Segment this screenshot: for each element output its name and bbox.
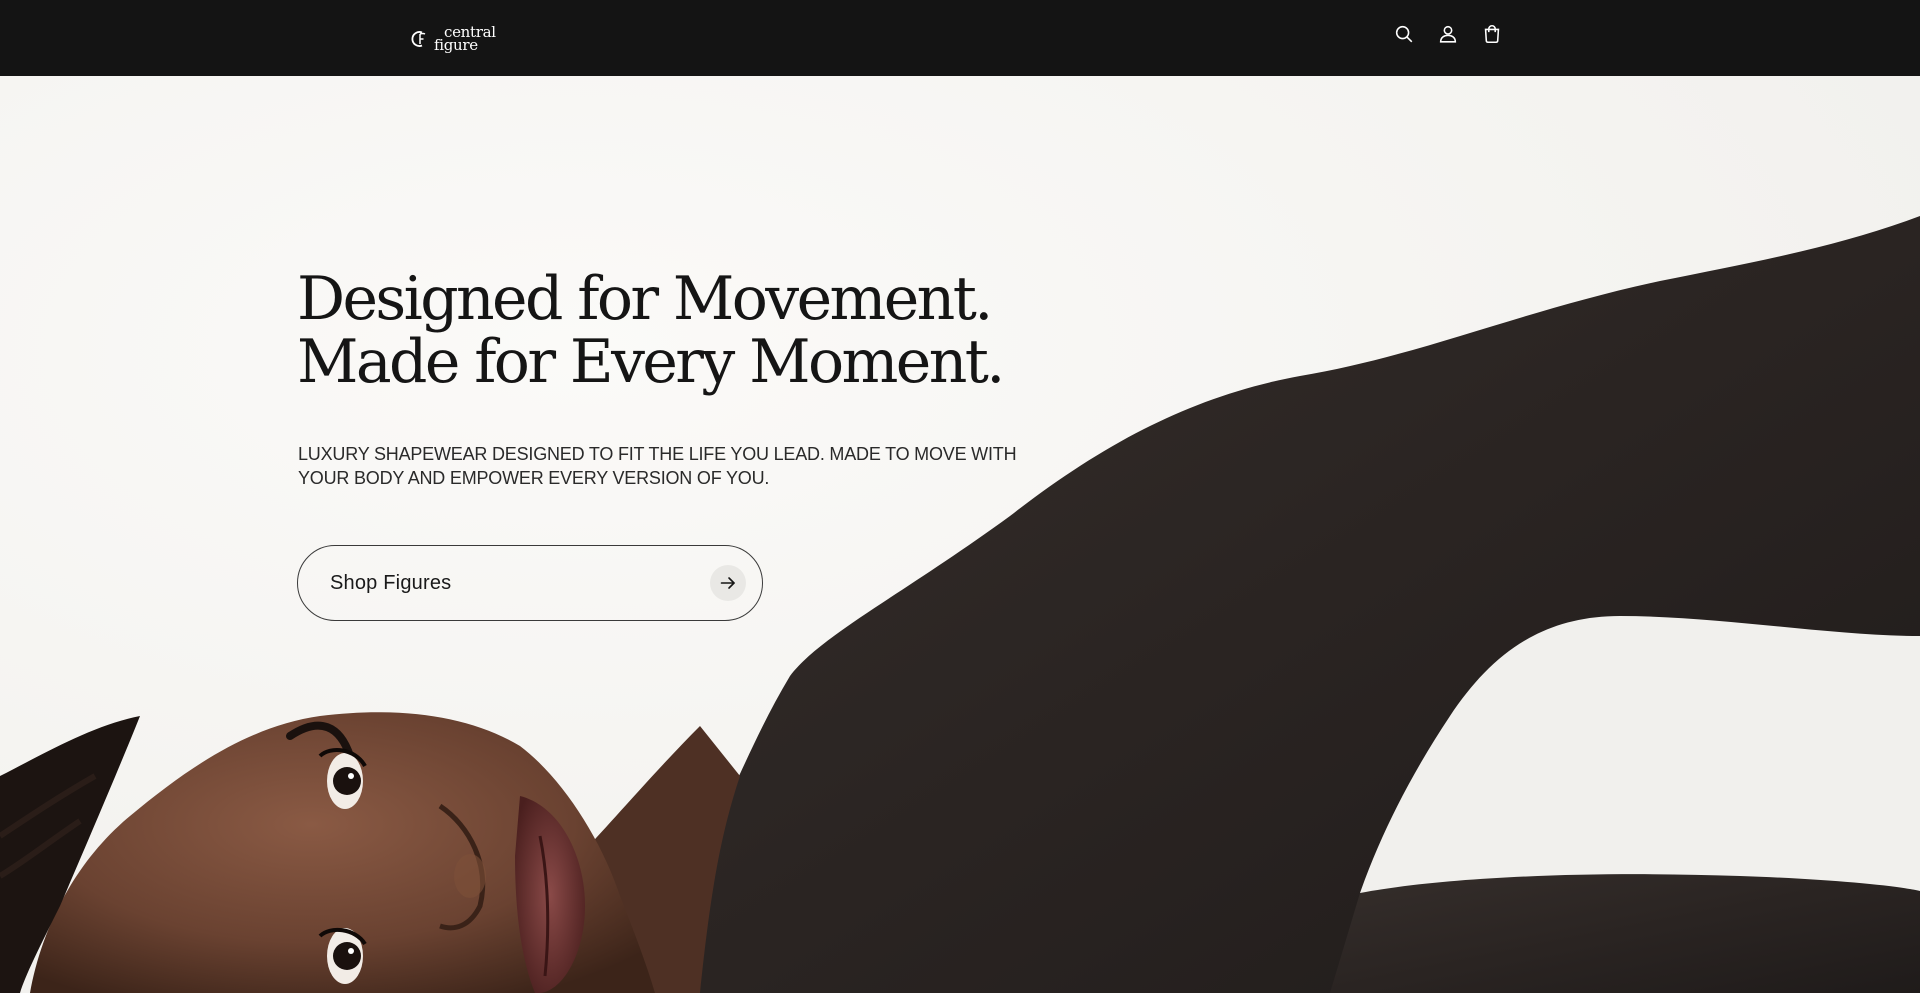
hero-subtitle: LUXURY SHAPEWEAR DESIGNED TO FIT THE LIF… — [298, 444, 1017, 488]
site-header: central figure — [0, 0, 1920, 76]
hero-title: Designed for Movement. Made for Every Mo… — [297, 268, 1057, 394]
hero-banner: Designed for Movement. Made for Every Mo… — [0, 76, 1920, 993]
arrow-right-icon — [720, 577, 735, 589]
shop-figures-button[interactable]: Shop Figures — [297, 545, 763, 621]
account-icon — [1439, 25, 1457, 43]
search-icon — [1395, 25, 1413, 43]
cart-button[interactable] — [1480, 22, 1504, 46]
leg-shape — [1330, 874, 1920, 993]
page: central figure Designed for Movement. Ma… — [0, 0, 1920, 993]
cf-monogram-icon — [411, 31, 426, 47]
logo-line-2: figure — [434, 36, 478, 54]
arrow-circle — [710, 565, 746, 601]
shop-figures-label: Shop Figures — [330, 571, 452, 594]
hero-title-line-1: Designed for Movement. — [297, 264, 993, 334]
logo[interactable]: central figure — [408, 22, 496, 56]
logo-wordmark: central figure — [434, 25, 496, 54]
search-button[interactable] — [1392, 22, 1416, 46]
account-button[interactable] — [1436, 22, 1460, 46]
hero-image — [0, 216, 1920, 993]
header-actions — [1392, 22, 1504, 46]
cart-icon — [1484, 25, 1500, 44]
hero-title-line-2: Made for Every Moment. — [297, 327, 1005, 397]
